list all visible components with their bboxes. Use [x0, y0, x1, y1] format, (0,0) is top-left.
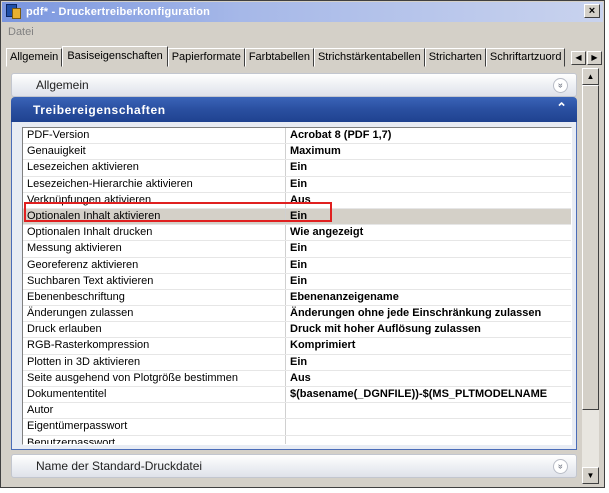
collapse-chevron-icon[interactable]: ⌃ — [556, 100, 567, 116]
property-value[interactable]: Aus — [286, 371, 571, 386]
property-value[interactable]: Ein — [286, 274, 571, 289]
property-value[interactable]: Komprimiert — [286, 338, 571, 353]
property-value[interactable]: Aus — [286, 193, 571, 208]
vertical-scrollbar[interactable]: ▲ ▼ — [582, 68, 599, 484]
property-row[interactable]: Suchbaren Text aktivieren Ein — [23, 273, 571, 290]
property-name: Genauigkeit — [23, 144, 286, 160]
property-value[interactable]: Acrobat 8 (PDF 1,7) — [286, 128, 571, 143]
property-value[interactable]: Änderungen ohne jede Einschränkung zulas… — [286, 306, 571, 321]
property-row[interactable]: Verknüpfungen aktivieren Aus — [23, 192, 571, 209]
tab-strichstaerkentabellen[interactable]: Strichstärkentabellen — [313, 48, 425, 67]
scroll-thumb[interactable] — [582, 85, 599, 410]
tab-stricharten[interactable]: Stricharten — [424, 48, 486, 67]
property-name: RGB-Rasterkompression — [23, 338, 286, 354]
property-value[interactable] — [286, 436, 571, 444]
app-icon — [6, 4, 22, 20]
menu-bar: Datei — [2, 23, 603, 41]
property-value[interactable]: Druck mit hoher Auflösung zulassen — [286, 322, 571, 337]
property-name: Suchbaren Text aktivieren — [23, 273, 286, 289]
scroll-up-button[interactable]: ▲ — [582, 68, 599, 85]
property-name: Änderungen zulassen — [23, 306, 286, 322]
tab-papierformate[interactable]: Papierformate — [167, 48, 245, 67]
property-value[interactable] — [286, 419, 571, 434]
tab-schriftartzuordnung[interactable]: Schriftartzuord — [485, 48, 566, 67]
property-name: Lesezeichen-Hierarchie aktivieren — [23, 176, 286, 192]
property-value[interactable]: Maximum — [286, 144, 571, 159]
panel-general-label: Allgemein — [36, 78, 89, 92]
property-grid: PDF-Version Acrobat 8 (PDF 1,7) Genauigkei… — [22, 127, 572, 445]
property-name: PDF-Version — [23, 128, 286, 144]
property-row[interactable]: Ebenenbeschriftung Ebenenanzeigename — [23, 289, 571, 307]
title-bar[interactable]: pdf* - Druckertreiberkonfiguration × — [2, 2, 603, 22]
property-name: Plotten in 3D aktivieren — [23, 354, 286, 370]
property-value[interactable]: Ein — [286, 209, 571, 224]
property-row[interactable]: Genauigkeit Maximum — [23, 144, 571, 161]
panel-driver-properties-header[interactable]: Treibereigenschaften ⌃ — [11, 97, 577, 122]
property-name: Autor — [23, 403, 286, 419]
window-title: pdf* - Druckertreiberkonfiguration — [26, 6, 211, 18]
property-name: Messung aktivieren — [23, 241, 286, 257]
property-name: Dokumententitel — [23, 387, 286, 403]
tab-bar: Allgemein Basiseigenschaften Papierforma… — [2, 42, 603, 67]
tab-allgemein[interactable]: Allgemein — [6, 48, 63, 67]
property-name: Benutzerpasswort — [23, 435, 286, 444]
panel-default-print-file-label: Name der Standard-Druckdatei — [36, 459, 203, 473]
property-row[interactable]: PDF-Version Acrobat 8 (PDF 1,7) — [23, 128, 571, 145]
property-row[interactable]: Optionalen Inhalt drucken Wie angezeigt — [23, 225, 571, 242]
property-row[interactable]: Seite ausgehend von Plotgröße bestimmen A… — [23, 370, 571, 387]
property-row[interactable]: Georeferenz aktivieren Ein — [23, 257, 571, 274]
expand-chevron-icon[interactable]: » — [553, 459, 568, 474]
property-name: Seite ausgehend von Plotgröße bestimmen — [23, 370, 286, 386]
tab-basiseigenschaften[interactable]: Basiseigenschaften — [62, 46, 168, 67]
property-name: Verknüpfungen aktivieren — [23, 192, 286, 208]
property-name: Georeferenz aktivieren — [23, 257, 286, 273]
property-row[interactable]: Lesezeichen-Hierarchie aktivieren Ein — [23, 176, 571, 193]
property-name: Ebenenbeschriftung — [23, 289, 286, 306]
property-name: Eigentümerpasswort — [23, 419, 286, 435]
property-value[interactable]: Ein — [286, 177, 571, 192]
tab-farbtabellen[interactable]: Farbtabellen — [244, 48, 314, 67]
panel-driver-properties-label: Treibereigenschaften — [33, 102, 166, 117]
property-row[interactable]: Optionalen Inhalt aktivieren Ein — [23, 208, 571, 226]
property-value[interactable]: Ein — [286, 241, 571, 256]
property-row[interactable]: Benutzerpasswort — [23, 435, 571, 444]
property-row[interactable]: Lesezeichen aktivieren Ein — [23, 160, 571, 177]
expand-chevron-icon[interactable]: » — [553, 78, 568, 93]
property-row[interactable]: Messung aktivieren Ein — [23, 241, 571, 258]
property-row[interactable]: Dokumententitel $(basename(_DGNFILE))-$(M… — [23, 387, 571, 404]
scroll-down-button[interactable]: ▼ — [582, 467, 599, 484]
menu-file[interactable]: Datei — [2, 26, 40, 38]
property-value[interactable] — [286, 403, 571, 418]
property-value[interactable]: Ein — [286, 355, 571, 370]
panel-general-header[interactable]: Allgemein » — [11, 73, 577, 97]
tab-scroll-right-button[interactable]: ▶ — [587, 51, 602, 65]
property-value[interactable]: Ein — [286, 160, 571, 175]
property-name: Optionalen Inhalt aktivieren — [23, 208, 286, 225]
property-name: Druck erlauben — [23, 322, 286, 338]
property-value[interactable]: Wie angezeigt — [286, 225, 571, 240]
driver-config-window: pdf* - Druckertreiberkonfiguration × Dat… — [0, 0, 605, 488]
property-row[interactable]: Autor — [23, 403, 571, 420]
property-row[interactable]: Plotten in 3D aktivieren Ein — [23, 354, 571, 371]
property-value[interactable]: $(basename(_DGNFILE))-$(MS_PLTMODELNAME — [286, 387, 571, 402]
property-row[interactable]: Änderungen zulassen Änderungen ohne jede … — [23, 306, 571, 323]
close-button[interactable]: × — [584, 4, 600, 18]
driver-properties-body: PDF-Version Acrobat 8 (PDF 1,7) Genauigkei… — [11, 122, 577, 450]
property-name: Optionalen Inhalt drucken — [23, 225, 286, 241]
property-row[interactable]: Druck erlauben Druck mit hoher Auflösung … — [23, 322, 571, 339]
panel-default-print-file-header[interactable]: Name der Standard-Druckdatei » — [11, 454, 577, 478]
property-name: Lesezeichen aktivieren — [23, 160, 286, 176]
property-row[interactable]: Eigentümerpasswort — [23, 419, 571, 436]
property-value[interactable]: Ebenenanzeigename — [286, 290, 571, 305]
tab-strip: Allgemein Basiseigenschaften Papierforma… — [6, 46, 569, 67]
property-value[interactable]: Ein — [286, 258, 571, 273]
properties-content: Allgemein » Treibereigenschaften ⌃ PDF-V… — [6, 68, 582, 484]
tab-scroll-left-button[interactable]: ◀ — [571, 51, 586, 65]
property-row[interactable]: RGB-Rasterkompression Komprimiert — [23, 338, 571, 355]
